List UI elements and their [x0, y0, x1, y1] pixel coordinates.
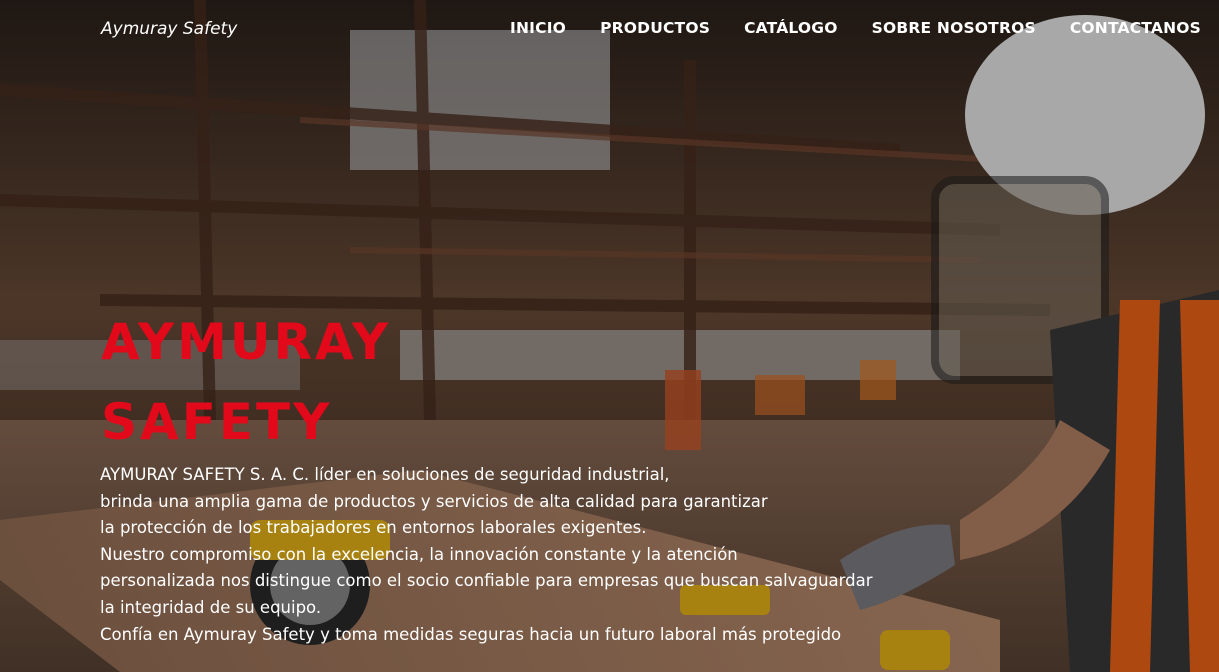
hero-description-line: brinda una amplia gama de productos y se… [100, 491, 768, 511]
hero-description: AYMURAY SAFETY S. A. C. líder en solucio… [100, 462, 980, 648]
nav-item-catalogo[interactable]: CATÁLOGO [744, 19, 838, 37]
hero-description-line: Nuestro compromiso con la excelencia, la… [100, 544, 738, 564]
brand-logo-text[interactable]: Aymuray Safety [101, 19, 237, 39]
hero-description-line: la protección de los trabajadores en ent… [100, 518, 647, 538]
hero-description-line: AYMURAY SAFETY S. A. C. líder en solucio… [100, 465, 670, 484]
nav-menu: INICIO PRODUCTOS CATÁLOGO SOBRE NOSOTROS… [510, 19, 1201, 37]
hero-description-line: Confía en Aymuray Safety y toma medidas … [100, 624, 842, 644]
hero-title: AYMURAY SAFETY [101, 302, 391, 462]
nav-item-contactanos[interactable]: CONTACTANOS [1070, 19, 1201, 37]
hero-title-line-1: AYMURAY [101, 313, 392, 371]
top-navigation: Aymuray Safety INICIO PRODUCTOS CATÁLOGO… [0, 0, 1219, 58]
nav-item-productos[interactable]: PRODUCTOS [600, 19, 710, 37]
hero-title-line-2: SAFETY [101, 393, 333, 451]
nav-item-inicio[interactable]: INICIO [510, 19, 566, 37]
hero-section: Aymuray Safety INICIO PRODUCTOS CATÁLOGO… [0, 0, 1219, 672]
hero-description-line: personalizada nos distingue como el soci… [100, 571, 873, 591]
hero-description-line: la integridad de su equipo. [100, 597, 322, 617]
nav-item-sobre-nosotros[interactable]: SOBRE NOSOTROS [872, 19, 1036, 37]
